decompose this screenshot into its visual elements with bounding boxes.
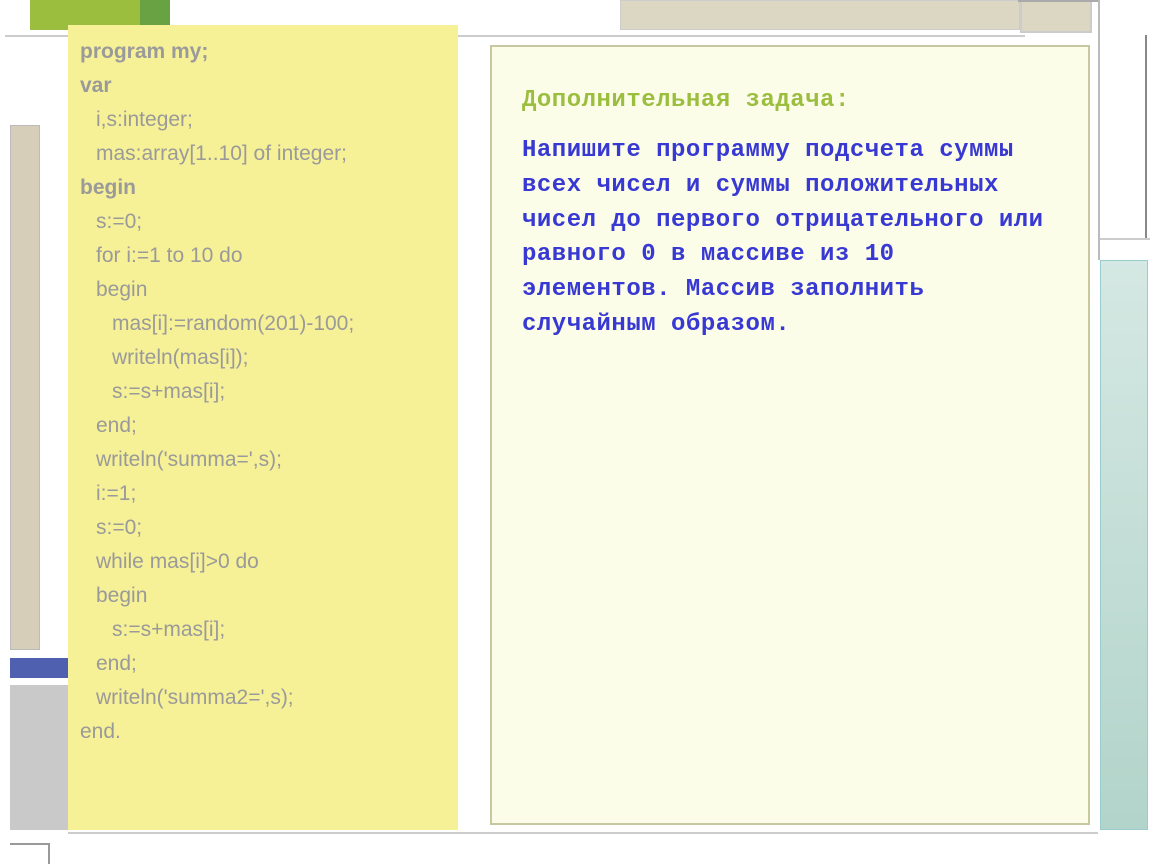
- code-line: writeln('summa=',s);: [80, 443, 446, 477]
- deco-line: [5, 35, 70, 37]
- code-line: end;: [80, 647, 446, 681]
- code-line: end;: [80, 409, 446, 443]
- code-line: s:=s+mas[i];: [80, 375, 446, 409]
- task-panel: Дополнительная задача: Напишите программ…: [490, 45, 1090, 825]
- deco-right-seg: [1100, 238, 1150, 240]
- task-title: Дополнительная задача:: [522, 87, 1058, 114]
- code-line: i:=1;: [80, 477, 446, 511]
- code-line: begin: [80, 579, 446, 613]
- code-line: mas[i]:=random(201)-100;: [80, 307, 446, 341]
- deco-line: [455, 35, 1025, 37]
- code-line: writeln(mas[i]);: [80, 341, 446, 375]
- code-line: s:=0;: [80, 511, 446, 545]
- code-line: while mas[i]>0 do: [80, 545, 446, 579]
- deco-tan-top: [620, 0, 1020, 30]
- deco-left-tan: [10, 125, 40, 650]
- code-line: begin: [80, 273, 446, 307]
- code-line: end.: [80, 715, 446, 749]
- deco-bottom-line: [68, 832, 1098, 834]
- deco-left-gray: [10, 685, 68, 830]
- code-line: i,s:integer;: [80, 103, 446, 137]
- code-line: begin: [80, 171, 446, 205]
- code-line: var: [80, 69, 446, 103]
- code-line: writeln('summa2=',s);: [80, 681, 446, 715]
- code-line: s:=0;: [80, 205, 446, 239]
- deco-top-box: [1020, 0, 1092, 33]
- code-line: program my;: [80, 35, 446, 69]
- deco-bottom-v: [48, 844, 50, 864]
- deco-right-vertical: [1098, 0, 1100, 260]
- code-line: s:=s+mas[i];: [80, 613, 446, 647]
- deco-bottom-seg: [10, 843, 50, 845]
- deco-top-hline: [1018, 0, 1098, 2]
- code-panel: program my; var i,s:integer; mas:array[1…: [68, 25, 458, 830]
- deco-right-gradient: [1100, 260, 1148, 830]
- task-body: Напишите программу подсчета суммы всех ч…: [522, 134, 1058, 343]
- code-line: mas:array[1..10] of integer;: [80, 137, 446, 171]
- code-line: for i:=1 to 10 do: [80, 239, 446, 273]
- deco-right-bar: [1145, 35, 1147, 240]
- deco-left-blue: [10, 658, 68, 678]
